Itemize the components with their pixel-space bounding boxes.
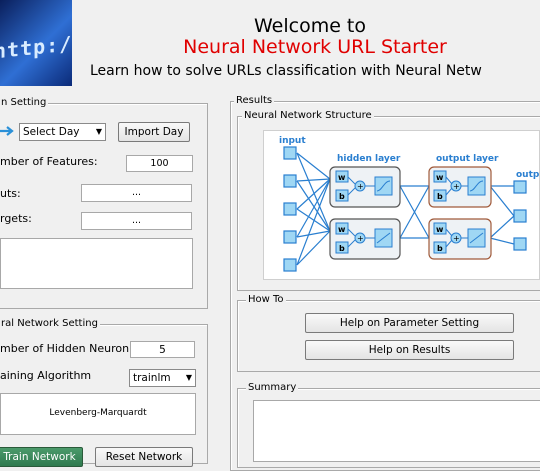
b-label: b [339, 244, 345, 253]
chevron-down-icon: ▼ [185, 373, 192, 382]
plus-label: + [453, 234, 460, 243]
input-node [283, 202, 297, 216]
w-label: w [436, 225, 444, 234]
hidden-neuron-2: w b + [329, 218, 401, 260]
input-nodes [283, 146, 297, 272]
logo-image: http://w [0, 0, 72, 86]
input-node [283, 174, 297, 188]
input-node [283, 146, 297, 160]
title-welcome: Welcome to [253, 15, 367, 37]
plus-label: + [357, 182, 364, 191]
num-features-field[interactable]: 100 [126, 155, 193, 172]
output-neuron-2: w b + [428, 218, 492, 260]
howto-title: How To [246, 294, 286, 305]
reset-network-button[interactable]: Reset Network [95, 447, 193, 467]
hidden-neuron-1: w b + [329, 166, 401, 208]
network-setting-title: ral Network Setting [0, 318, 100, 329]
plus-label: + [357, 234, 364, 243]
hidden-neuron-field[interactable]: 5 [130, 341, 195, 358]
num-features-label: mber of Features: [0, 155, 98, 168]
targets-label: rgets: [0, 212, 32, 225]
output-node [513, 180, 527, 194]
network-diagram-svg: input hidden layer output layer outp w b… [279, 136, 540, 272]
targets-field[interactable]: ... [81, 212, 192, 230]
summary-textarea[interactable] [253, 400, 540, 462]
input-node [283, 230, 297, 244]
algorithm-description-box: Levenberg-Marquardt [0, 393, 196, 435]
select-day-value: Select Day [23, 126, 80, 138]
select-day-dropdown[interactable]: Select Day ▼ [19, 123, 106, 141]
structure-title: Neural Network Structure [242, 110, 374, 121]
training-algorithm-label: aining Algorithm [0, 369, 92, 382]
logo-text: http://w [0, 28, 72, 64]
training-algorithm-dropdown[interactable]: trainlm ▼ [129, 369, 196, 387]
w-label: w [338, 225, 346, 234]
help-parameter-button[interactable]: Help on Parameter Setting [305, 313, 514, 333]
chevron-down-icon: ▼ [95, 127, 102, 136]
hidden-neuron-label: mber of Hidden Neuron [0, 342, 130, 355]
train-network-button[interactable]: Train Network [0, 447, 83, 467]
output-neuron-1: w b + [428, 166, 492, 208]
diagram-output-label: outp [516, 170, 540, 180]
training-algorithm-value: trainlm [133, 372, 171, 384]
diagram-hidden-label: hidden layer [337, 154, 401, 164]
w-label: w [436, 173, 444, 182]
algorithm-description-text: Levenberg-Marquardt [49, 408, 147, 418]
output-node [513, 209, 527, 223]
data-info-textarea[interactable] [0, 238, 193, 289]
input-node [283, 258, 297, 272]
w-label: w [338, 173, 346, 182]
import-day-button[interactable]: Import Day [118, 122, 190, 142]
diagram-output-layer-label: output layer [436, 154, 499, 164]
network-diagram: input hidden layer output layer outp w b… [263, 130, 540, 280]
b-label: b [339, 192, 345, 201]
b-label: b [437, 244, 443, 253]
arrow-right-icon [0, 126, 14, 136]
inputs-label: uts: [0, 187, 21, 200]
help-results-button[interactable]: Help on Results [305, 340, 514, 360]
diagram-input-label: input [279, 136, 306, 146]
title-subtitle: Learn how to solve URLs classification w… [90, 63, 482, 79]
howto-panel: How To [237, 294, 540, 372]
output-node [513, 237, 527, 251]
data-setting-title: n Setting [0, 97, 49, 108]
inputs-field[interactable]: ... [81, 184, 192, 202]
title-app-name: Neural Network URL Starter [183, 36, 447, 58]
results-title: Results [234, 95, 275, 106]
b-label: b [437, 192, 443, 201]
plus-label: + [453, 182, 460, 191]
output-nodes [513, 180, 527, 251]
summary-title: Summary [246, 382, 299, 393]
